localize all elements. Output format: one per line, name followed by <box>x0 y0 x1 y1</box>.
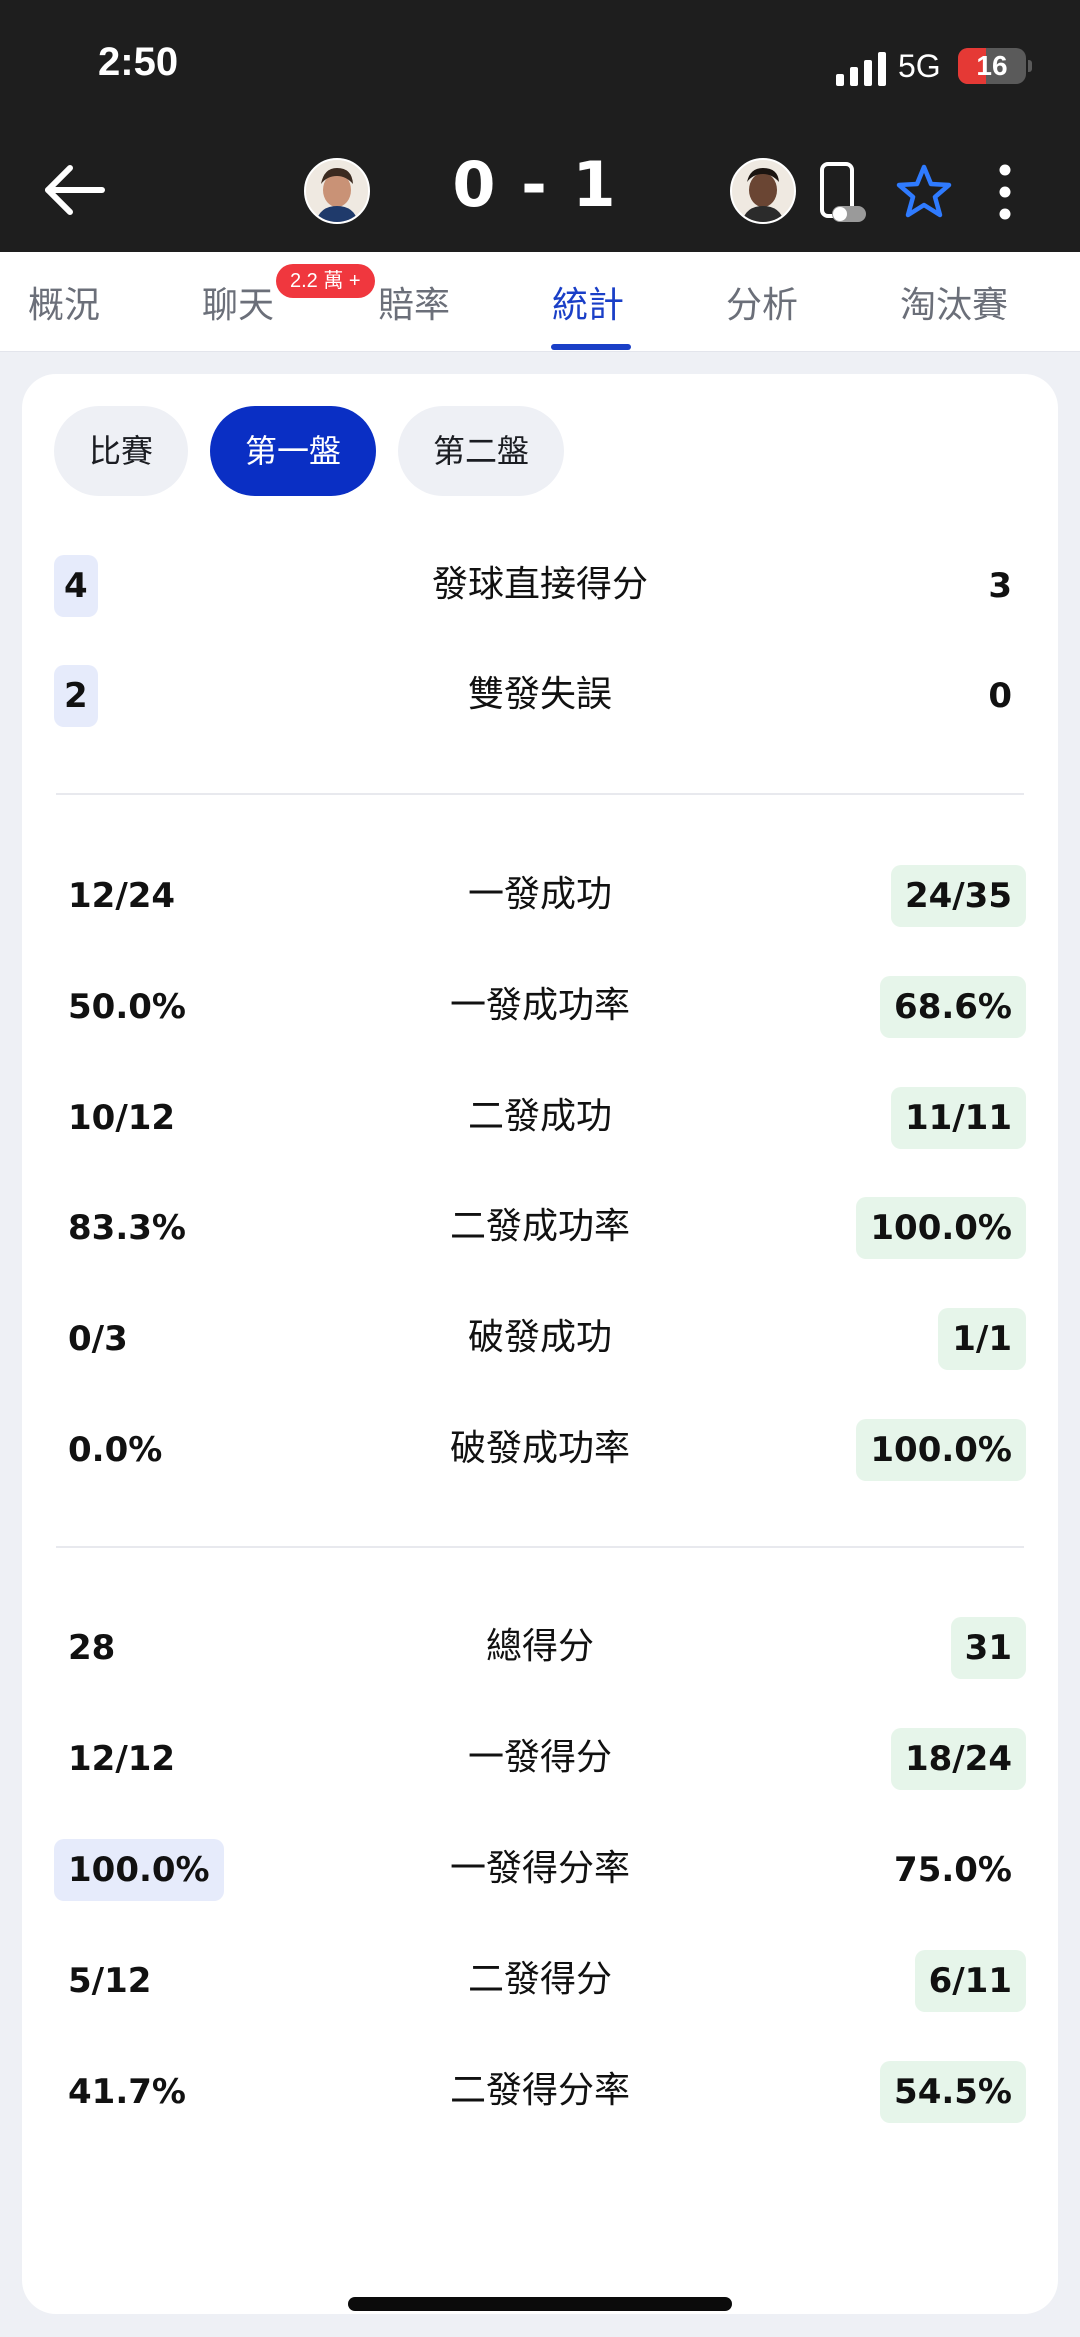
tab-knockout[interactable]: 淘汰賽 <box>900 276 1008 328</box>
tab-stats[interactable]: 統計 <box>552 276 624 328</box>
stat-label: 二發成功率 <box>449 1206 630 1247</box>
stat-away-value: 75.0% <box>894 1850 1012 1890</box>
active-tab-indicator <box>551 344 631 350</box>
stat-label: 破發成功 <box>467 1317 612 1358</box>
more-options-icon[interactable] <box>990 162 1020 222</box>
stat-home-value: 100.0% <box>54 1839 224 1901</box>
tab-odds[interactable]: 賠率 <box>378 276 450 328</box>
stat-home-value: 41.7% <box>68 2072 186 2112</box>
filter-set-1[interactable]: 第一盤 <box>210 406 376 496</box>
stat-row: 5/12 二發得分 6/11 <box>22 1945 1058 2015</box>
stat-row: 12/12 一發得分 18/24 <box>22 1723 1058 1793</box>
stat-home-value: 12/24 <box>68 876 176 916</box>
stat-row: 2 雙發失誤 0 <box>22 660 1058 730</box>
home-indicator[interactable] <box>348 2297 732 2311</box>
stat-home-value: 0/3 <box>68 1319 128 1359</box>
stat-label: 二發成功 <box>467 1096 612 1137</box>
battery-icon: 16 <box>958 48 1026 84</box>
stat-label: 二發得分率 <box>449 2070 630 2111</box>
tab-bar: 概況 聊天 賠率 統計 分析 淘汰賽 2.2 萬 + <box>0 252 1080 352</box>
tab-overview[interactable]: 概況 <box>28 276 100 328</box>
stat-away-value: 11/11 <box>890 1087 1026 1149</box>
stat-home-value: 50.0% <box>68 987 186 1027</box>
favorite-star-icon[interactable] <box>894 162 954 222</box>
tab-chat[interactable]: 聊天 <box>202 276 274 328</box>
filter-match[interactable]: 比賽 <box>54 406 188 496</box>
battery-level-text: 16 <box>976 50 1008 81</box>
stat-away-value: 1/1 <box>938 1308 1026 1370</box>
stat-label: 總得分 <box>485 1626 594 1667</box>
stat-home-value: 5/12 <box>68 1961 152 2001</box>
stat-label: 雙發失誤 <box>467 674 612 715</box>
back-arrow-icon[interactable] <box>40 160 110 220</box>
stat-label: 發球直接得分 <box>431 564 648 605</box>
stat-away-value: 54.5% <box>880 2061 1026 2123</box>
stat-row: 100.0% 一發得分率 75.0% <box>22 1834 1058 1904</box>
stat-home-value: 10/12 <box>68 1098 176 1138</box>
signal-icon <box>836 52 886 86</box>
stat-row: 4 發球直接得分 3 <box>22 550 1058 620</box>
stat-away-value: 3 <box>988 566 1012 606</box>
stat-row: 0.0% 破發成功率 100.0% <box>22 1414 1058 1484</box>
stat-row: 28 總得分 31 <box>22 1612 1058 1682</box>
stat-home-value: 28 <box>68 1628 116 1668</box>
stat-row: 0/3 破發成功 1/1 <box>22 1303 1058 1373</box>
stat-label: 破發成功率 <box>449 1428 630 1469</box>
stat-home-value: 4 <box>54 555 98 617</box>
stat-away-value: 6/11 <box>914 1950 1026 2012</box>
stat-row: 83.3% 二發成功率 100.0% <box>22 1192 1058 1262</box>
chat-count-badge: 2.2 萬 + <box>276 264 375 298</box>
stat-home-value: 2 <box>54 665 98 727</box>
stat-label: 二發得分 <box>467 1959 612 2000</box>
match-score: 0 - 1 <box>452 148 618 221</box>
stat-away-value: 100.0% <box>856 1419 1026 1481</box>
stat-row: 41.7% 二發得分率 54.5% <box>22 2056 1058 2126</box>
stat-label: 一發得分率 <box>449 1848 630 1889</box>
stat-away-value: 18/24 <box>890 1728 1026 1790</box>
stat-home-value: 83.3% <box>68 1208 186 1248</box>
stat-row: 12/24 一發成功 24/35 <box>22 860 1058 930</box>
section-divider <box>56 1546 1024 1548</box>
stat-label: 一發得分 <box>467 1737 612 1778</box>
stat-away-value: 68.6% <box>880 976 1026 1038</box>
stat-row: 10/12 二發成功 11/11 <box>22 1082 1058 1152</box>
tab-analysis[interactable]: 分析 <box>726 276 798 328</box>
stat-away-value: 24/35 <box>890 865 1026 927</box>
section-divider <box>56 793 1024 795</box>
player-face-icon <box>306 160 368 222</box>
player-face-icon <box>732 160 794 222</box>
away-player-avatar[interactable] <box>730 158 796 224</box>
stat-label: 一發成功 <box>467 874 612 915</box>
stats-card: 比賽 第一盤 第二盤 4 發球直接得分 3 2 雙發失誤 0 12/24 一發成… <box>22 374 1058 2314</box>
filter-set-2[interactable]: 第二盤 <box>398 406 564 496</box>
top-bar: 2:50 5G 16 0 - 1 <box>0 0 1080 252</box>
stat-home-value: 12/12 <box>68 1739 176 1779</box>
stat-away-value: 100.0% <box>856 1197 1026 1259</box>
stat-away-value: 0 <box>988 676 1012 716</box>
stat-away-value: 31 <box>950 1617 1026 1679</box>
network-label: 5G <box>898 48 941 84</box>
stat-row: 50.0% 一發成功率 68.6% <box>22 971 1058 1041</box>
home-player-avatar[interactable] <box>304 158 370 224</box>
status-time: 2:50 <box>98 40 179 84</box>
stat-home-value: 0.0% <box>68 1430 163 1470</box>
phone-toggle-icon[interactable] <box>818 162 868 224</box>
battery-cap <box>1028 60 1032 72</box>
stat-label: 一發成功率 <box>449 985 630 1026</box>
